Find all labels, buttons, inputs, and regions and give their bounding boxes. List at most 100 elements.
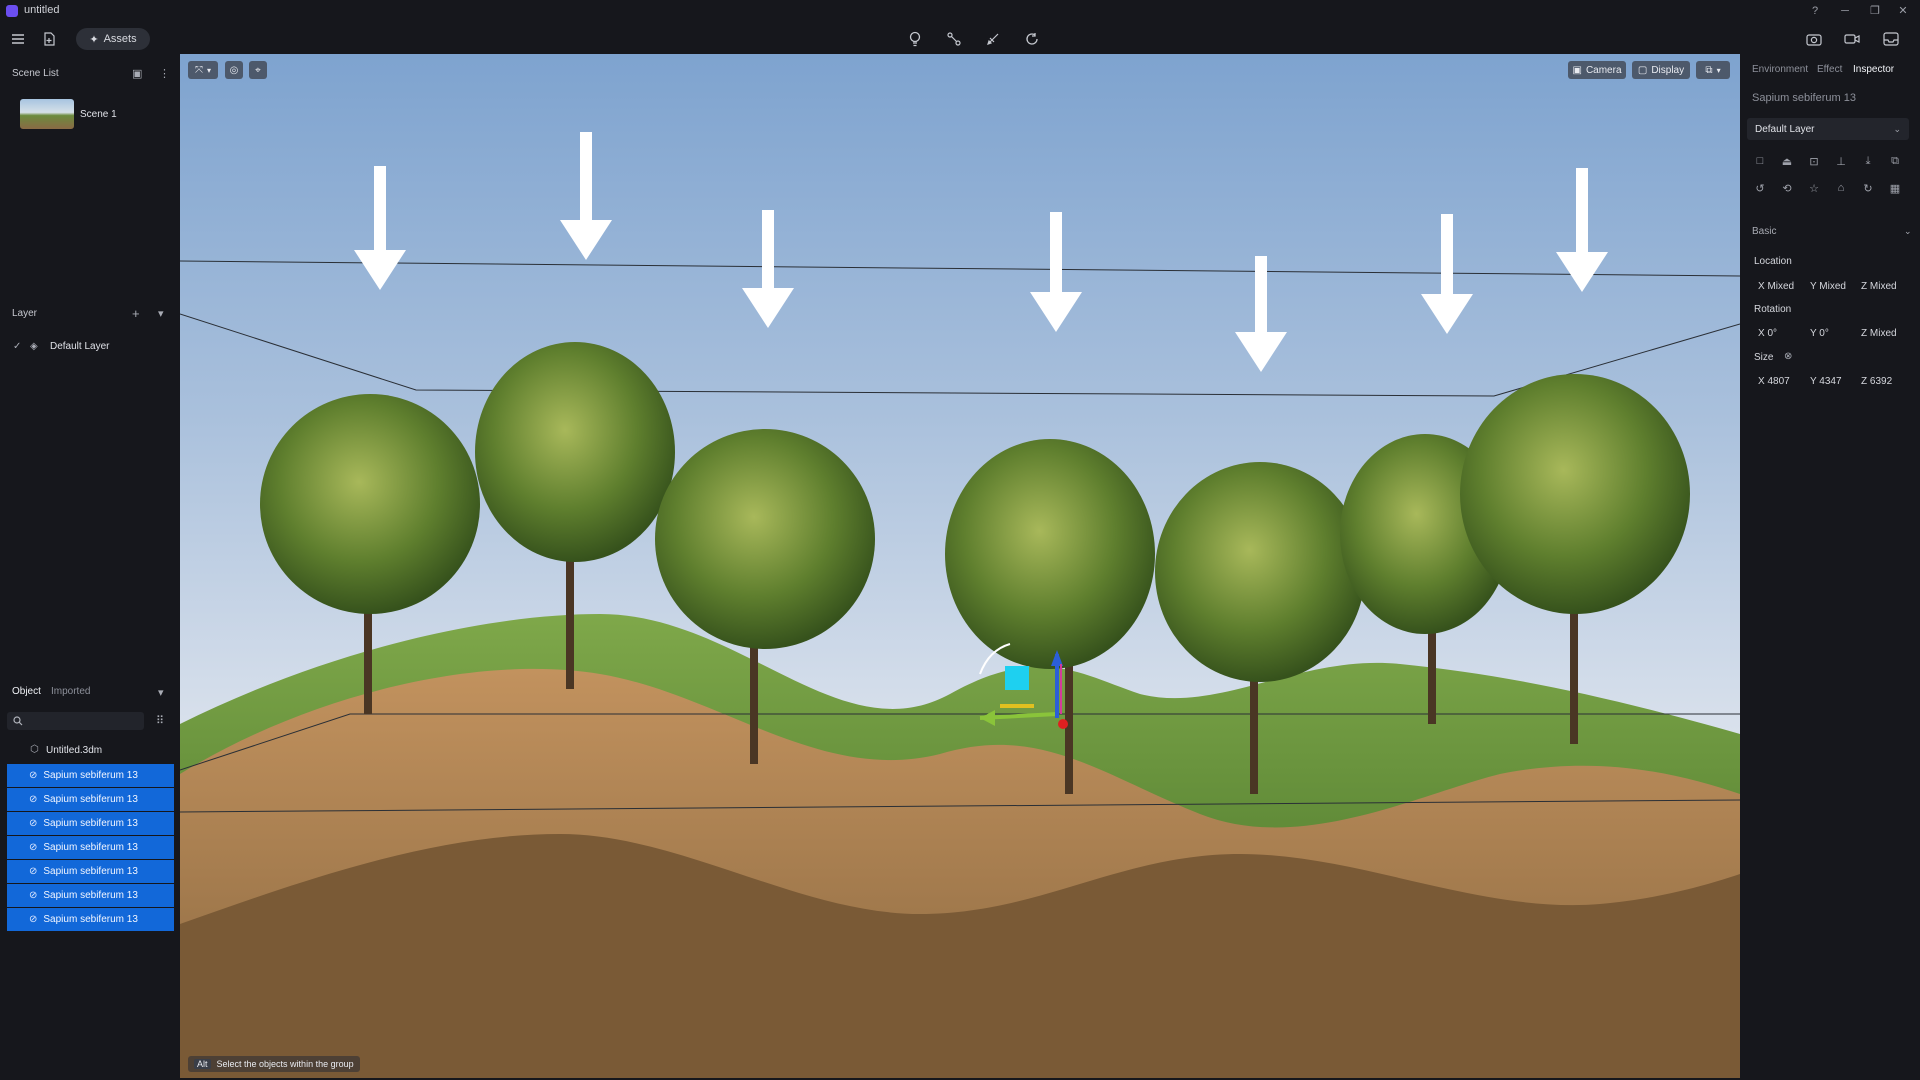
size-z[interactable]: Z 6392	[1861, 376, 1892, 387]
status-key: Alt	[194, 1059, 211, 1069]
list-item[interactable]: ⊘ Sapium sebiferum 13	[7, 836, 174, 859]
focus-icon[interactable]: ⊡	[1805, 152, 1823, 170]
section-basic[interactable]: Basic	[1752, 226, 1776, 237]
list-item[interactable]: ⊘ Sapium sebiferum 13	[7, 788, 174, 811]
screenshot-icon[interactable]	[1803, 28, 1825, 50]
leaf-icon: ⊘	[29, 890, 38, 901]
refresh-icon[interactable]	[1021, 28, 1043, 50]
camera-label: Camera	[1585, 64, 1622, 76]
status-hint: Alt Select the objects within the group	[188, 1056, 360, 1072]
display-button[interactable]: ▢ Display	[1632, 61, 1690, 79]
size-x[interactable]: X 4807	[1758, 376, 1790, 387]
tab-inspector[interactable]: Inspector	[1853, 64, 1894, 75]
move-icon: ⤧	[194, 64, 203, 76]
rotation-label: Rotation	[1754, 304, 1792, 315]
path-tool-icon[interactable]	[943, 28, 965, 50]
target-icon: ◎	[229, 64, 239, 76]
list-item[interactable]: ⊘ Sapium sebiferum 13	[7, 908, 174, 931]
list-item-label: Sapium sebiferum 13	[43, 818, 138, 829]
left-panel: Scene List ▣ ⋮ Scene 1 Layer + ▾ ✓ ◈ Def…	[0, 54, 180, 1080]
tab-object[interactable]: Object	[12, 686, 41, 697]
layer-filter-icon[interactable]: ▾	[158, 307, 164, 320]
help-icon[interactable]: ?	[1802, 2, 1828, 20]
add-scene-icon[interactable]: ▣	[132, 67, 142, 80]
video-icon[interactable]	[1841, 28, 1863, 50]
ground-icon[interactable]: ⊥	[1832, 152, 1850, 170]
leaf-icon: ⊘	[29, 914, 38, 925]
rotation-z[interactable]: Z Mixed	[1861, 328, 1897, 339]
chevron-down-icon: ▾	[206, 65, 211, 75]
inspector-panel: Environment Effect Inspector Sapium sebi…	[1740, 54, 1920, 1080]
light-bulb-icon[interactable]	[904, 28, 926, 50]
scene-more-icon[interactable]: ⋮	[159, 67, 170, 80]
restore-button[interactable]: ❐	[1862, 2, 1888, 20]
leaf-icon: ⊘	[29, 818, 38, 829]
chevron-down-icon[interactable]: ⌄	[1904, 226, 1912, 237]
list-item-label: Sapium sebiferum 13	[43, 890, 138, 901]
layer-item-default[interactable]: Default Layer	[50, 341, 109, 352]
layer-check-icon[interactable]: ✓	[13, 341, 21, 352]
search-input[interactable]	[7, 712, 144, 730]
window-title: untitled	[24, 4, 60, 16]
redo-icon[interactable]: ↻	[1859, 179, 1877, 197]
layer-title: Layer	[12, 308, 38, 319]
minimize-button[interactable]: ─	[1832, 2, 1858, 20]
list-item-label: Sapium sebiferum 13	[43, 914, 138, 925]
tab-imported[interactable]: Imported	[51, 686, 90, 697]
chevron-down-icon: ▾	[1716, 65, 1721, 75]
favorite-icon[interactable]: ☆	[1805, 179, 1823, 197]
tab-effect[interactable]: Effect	[1817, 64, 1842, 75]
new-file-icon[interactable]	[38, 28, 60, 50]
scene-item-label[interactable]: Scene 1	[80, 109, 117, 120]
list-item[interactable]: ⊘ Sapium sebiferum 13	[7, 860, 174, 883]
scene-thumbnail[interactable]	[20, 99, 74, 129]
add-layer-icon[interactable]: +	[132, 306, 140, 321]
3d-viewport[interactable]: ⤧ ▾ ◎ ⌖ ▣ Camera ▢ Display ⧉ ▾ Alt Select th…	[180, 54, 1740, 1078]
view-options-button[interactable]: ⧉ ▾	[1696, 61, 1730, 79]
scene-list-title: Scene List	[12, 68, 59, 79]
copy-icon[interactable]: ⧉	[1886, 152, 1904, 170]
assets-icon: ✦	[89, 33, 99, 46]
menu-icon[interactable]	[7, 28, 29, 50]
size-y[interactable]: Y 4347	[1810, 376, 1842, 387]
close-button[interactable]: ✕	[1890, 2, 1916, 20]
location-y[interactable]: Y Mixed	[1810, 281, 1846, 292]
tab-environment[interactable]: Environment	[1752, 64, 1808, 75]
assets-button[interactable]: ✦ Assets	[76, 28, 150, 50]
export-icon[interactable]	[1880, 28, 1902, 50]
pivot-button[interactable]: ◎	[225, 61, 243, 79]
layer-stack-icon: ◈	[30, 341, 38, 352]
list-item[interactable]: ⊘ Sapium sebiferum 13	[7, 764, 174, 787]
object-filter-icon[interactable]: ▾	[158, 686, 164, 699]
lock-ratio-icon[interactable]: ⊗	[1784, 351, 1792, 362]
list-item[interactable]: ⊘ Sapium sebiferum 13	[7, 884, 174, 907]
location-x[interactable]: X Mixed	[1758, 281, 1794, 292]
drop-icon[interactable]: ⤓	[1859, 152, 1877, 170]
object-root-label[interactable]: Untitled.3dm	[46, 745, 102, 756]
layer-select[interactable]: Default Layer ⌄	[1747, 118, 1909, 140]
camera-icon: ▣	[1572, 64, 1582, 76]
align-icon[interactable]: ⏏	[1778, 152, 1796, 170]
view-icon: ⧉	[1705, 64, 1713, 76]
undo-icon[interactable]: ↺	[1751, 179, 1769, 197]
app-logo-icon	[6, 5, 18, 17]
search-icon	[13, 716, 23, 726]
group-icon[interactable]: ▦	[1886, 179, 1904, 197]
paint-tool-icon[interactable]	[982, 28, 1004, 50]
snap-button[interactable]: ⌖	[249, 61, 267, 79]
status-text: Select the objects within the group	[216, 1059, 354, 1069]
location-z[interactable]: Z Mixed	[1861, 281, 1897, 292]
grid-view-icon[interactable]: ⠿	[156, 714, 164, 727]
camera-button[interactable]: ▣ Camera	[1568, 61, 1626, 79]
transform-mode-button[interactable]: ⤧ ▾	[188, 61, 218, 79]
list-item-label: Sapium sebiferum 13	[43, 866, 138, 877]
rotation-x[interactable]: X 0°	[1758, 328, 1777, 339]
display-icon: ▢	[1637, 64, 1648, 76]
list-item[interactable]: ⊘ Sapium sebiferum 13	[7, 812, 174, 835]
leaf-icon: ⊘	[29, 770, 38, 781]
rotation-y[interactable]: Y 0°	[1810, 328, 1829, 339]
folder-icon[interactable]: ⌂	[1832, 179, 1850, 197]
select-icon[interactable]: □	[1751, 152, 1769, 170]
model-file-icon: ⬡	[30, 744, 39, 755]
reset-icon[interactable]: ⟲	[1778, 179, 1796, 197]
